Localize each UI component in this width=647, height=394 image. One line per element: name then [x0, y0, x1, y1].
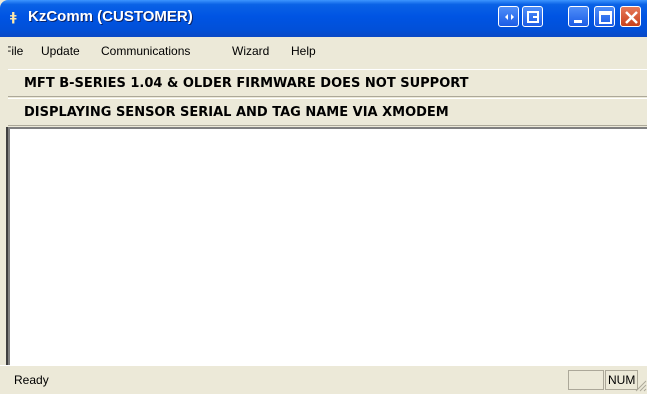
extra-window-icon — [527, 11, 539, 23]
resize-grip-icon[interactable] — [633, 378, 647, 392]
menu-communications[interactable]: Communications — [101, 44, 190, 58]
close-icon — [625, 11, 638, 24]
maximize-icon — [599, 11, 612, 24]
banner-line-2: DISPLAYING SENSOR SERIAL AND TAG NAME VI… — [8, 98, 647, 126]
status-text: Ready — [14, 373, 49, 387]
banner-text-1: MFT B-SERIES 1.04 & OLDER FIRMWARE DOES … — [24, 76, 469, 91]
banner-text-2: DISPLAYING SENSOR SERIAL AND TAG NAME VI… — [24, 105, 449, 120]
close-button[interactable] — [620, 6, 641, 27]
window-title: KzComm (CUSTOMER) — [28, 8, 193, 25]
status-bar: Ready NUM — [0, 365, 647, 394]
minimize-button[interactable] — [568, 6, 589, 27]
content-area[interactable] — [8, 127, 647, 365]
minimize-icon — [574, 20, 582, 23]
title-bar[interactable]: ǂ KzComm (CUSTOMER) — [0, 0, 647, 37]
status-pane-empty — [568, 370, 604, 390]
menu-bar: File Update Communications Wizard Help — [0, 40, 647, 62]
banner-line-1: MFT B-SERIES 1.04 & OLDER FIRMWARE DOES … — [8, 69, 647, 97]
maximize-button[interactable] — [594, 6, 615, 27]
content-left-shadow — [6, 127, 8, 365]
main-window: ǂ KzComm (CUSTOMER) File Update Communic… — [0, 0, 647, 394]
menu-update[interactable]: Update — [41, 44, 80, 58]
extra-window-button[interactable] — [522, 6, 543, 27]
extra-left-icon — [505, 14, 514, 20]
extra-left-button[interactable] — [498, 6, 519, 27]
kz-app-icon[interactable]: ǂ — [10, 9, 26, 25]
menu-wizard[interactable]: Wizard — [232, 44, 269, 58]
menu-help[interactable]: Help — [291, 44, 316, 58]
num-indicator: NUM — [608, 373, 636, 387]
